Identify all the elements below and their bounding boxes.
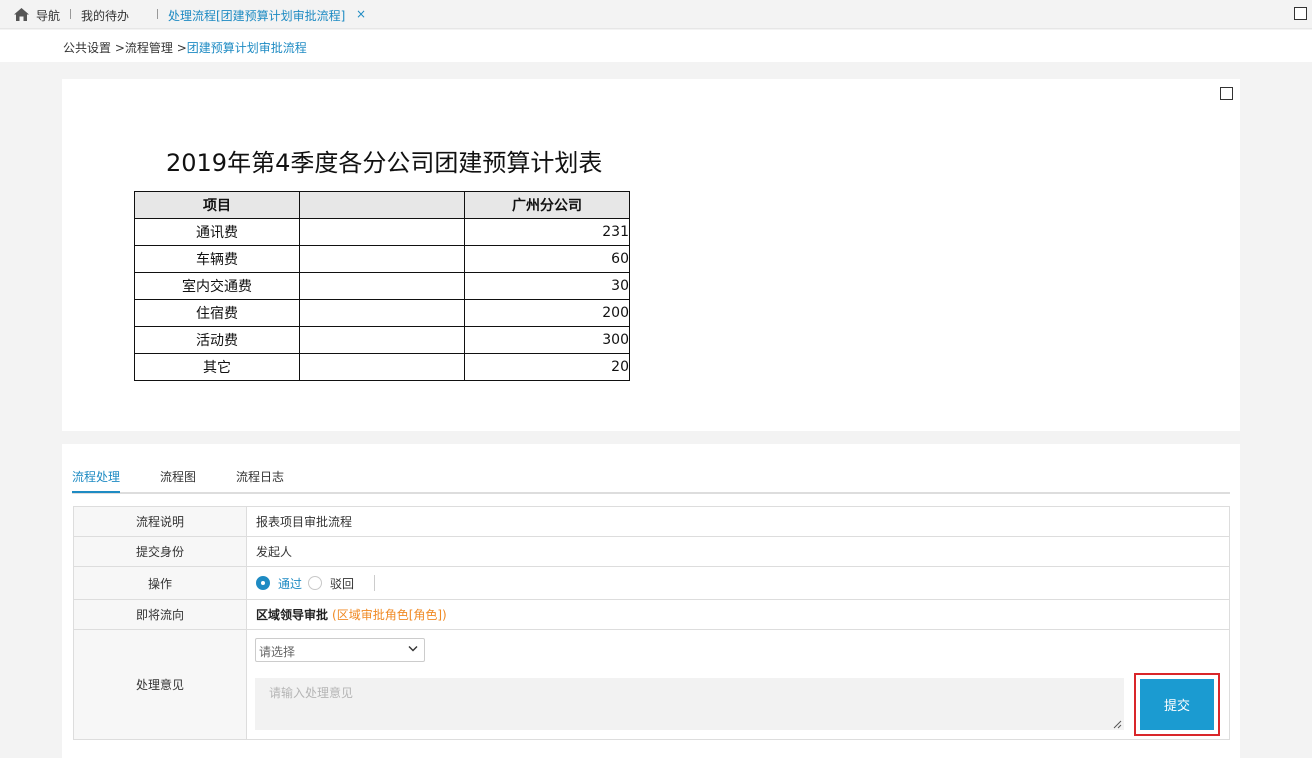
blank-cell (299, 299, 465, 327)
value-cell: 60 (464, 245, 630, 273)
description-label: 流程说明 (74, 507, 247, 536)
process-tabs: 流程处理 流程图 流程日志 (72, 444, 1230, 494)
value-cell: 200 (464, 299, 630, 327)
approve-radio[interactable] (256, 576, 270, 590)
item-cell: 室内交通费 (134, 272, 300, 300)
top-tab-bar: 导航 我的待办 处理流程[团建预算计划审批流程] × (0, 0, 1312, 29)
description-value: 报表项目审批流程 (256, 515, 353, 529)
divider (374, 575, 376, 591)
tab-separator (70, 9, 71, 19)
close-tab-icon[interactable]: × (356, 7, 366, 21)
blank-cell (299, 353, 465, 381)
blank-cell (299, 272, 465, 300)
nav-tab[interactable]: 导航 (36, 7, 60, 24)
breadcrumb-item-public-settings[interactable]: 公共设置 (63, 41, 111, 55)
value-cell: 300 (464, 326, 630, 354)
table-row: 活动费 300 (134, 326, 630, 354)
approve-label[interactable]: 通过 (278, 575, 302, 592)
process-form: 流程说明 报表项目审批流程 提交身份 发起人 操作 通过 驳回 即将流向 区域领… (73, 506, 1230, 740)
reject-label[interactable]: 驳回 (330, 575, 354, 592)
table-row: 住宿费 200 (134, 299, 630, 327)
tab-separator (157, 9, 158, 19)
next-node: 区域领导审批 (256, 608, 329, 622)
identity-label: 提交身份 (74, 537, 247, 566)
action-options: 通过 驳回 (247, 567, 1229, 599)
form-row-description: 流程说明 报表项目审批流程 (74, 507, 1229, 537)
form-row-opinion: 处理意见 请选择 提交 (74, 630, 1229, 739)
opinion-value: 请选择 提交 (247, 630, 1229, 739)
submit-button[interactable]: 提交 (1140, 679, 1214, 730)
item-cell: 活动费 (134, 326, 300, 354)
budget-table: 项目 广州分公司 通讯费 231 车辆费 60 室内交通费 30 住宿费 200… (134, 191, 630, 381)
report-card: 2019年第4季度各分公司团建预算计划表 项目 广州分公司 通讯费 231 车辆… (62, 79, 1240, 431)
form-row-identity: 提交身份 发起人 (74, 537, 1229, 567)
chevron-down-icon (408, 646, 418, 652)
breadcrumb-separator: > (172, 41, 187, 55)
identity-value: 发起人 (256, 545, 293, 559)
reject-radio[interactable] (308, 576, 323, 590)
value-cell: 231 (464, 218, 630, 246)
value-cell: 30 (464, 272, 630, 300)
next-label: 即将流向 (74, 600, 247, 629)
tab-process-handle[interactable]: 流程处理 (72, 468, 120, 485)
item-cell: 通讯费 (134, 218, 300, 246)
value-cell: 20 (464, 353, 630, 381)
item-cell: 其它 (134, 353, 300, 381)
form-row-action: 操作 通过 驳回 (74, 567, 1229, 600)
item-cell: 住宿费 (134, 299, 300, 327)
report-title: 2019年第4季度各分公司团建预算计划表 (166, 149, 603, 177)
next-role: (区域审批角色[角色]) (332, 608, 447, 622)
breadcrumb-item-process-management[interactable]: 流程管理 (125, 41, 173, 55)
maximize-icon[interactable] (1294, 7, 1307, 20)
opinion-select[interactable]: 请选择 (255, 638, 425, 662)
breadcrumb-current: 团建预算计划审批流程 (186, 41, 307, 55)
action-label: 操作 (74, 567, 247, 599)
blank-cell (299, 218, 465, 246)
opinion-label: 处理意见 (74, 630, 247, 739)
blank-cell (299, 326, 465, 354)
table-row: 其它 20 (134, 353, 630, 381)
home-icon[interactable] (14, 8, 29, 21)
column-header-item: 项目 (134, 191, 300, 219)
column-header-blank (299, 191, 465, 219)
blank-cell (299, 245, 465, 273)
resize-handle-icon[interactable] (1113, 720, 1122, 729)
opinion-select-value: 请选择 (259, 645, 296, 659)
table-row: 通讯费 231 (134, 218, 630, 246)
table-row: 室内交通费 30 (134, 272, 630, 300)
item-cell: 车辆费 (134, 245, 300, 273)
column-header-guangzhou: 广州分公司 (464, 191, 630, 219)
opinion-textarea[interactable] (255, 678, 1124, 730)
fullscreen-icon[interactable] (1220, 87, 1233, 100)
table-header-row: 项目 广州分公司 (134, 191, 630, 219)
tab-process-log[interactable]: 流程日志 (236, 468, 284, 485)
active-tab-indicator (72, 491, 120, 493)
next-value: 区域领导审批 (区域审批角色[角色]) (247, 600, 1229, 629)
breadcrumb-separator: > (111, 41, 125, 55)
table-row: 车辆费 60 (134, 245, 630, 273)
tab-process-diagram[interactable]: 流程图 (160, 468, 196, 485)
process-tab[interactable]: 处理流程[团建预算计划审批流程] (168, 7, 345, 24)
breadcrumb: 公共设置 >流程管理 >团建预算计划审批流程 (0, 30, 1312, 62)
process-panel: 流程处理 流程图 流程日志 流程说明 报表项目审批流程 提交身份 发起人 操作 … (62, 444, 1240, 758)
breadcrumb-trail: 公共设置 >流程管理 >团建预算计划审批流程 (63, 39, 307, 56)
form-row-next: 即将流向 区域领导审批 (区域审批角色[角色]) (74, 600, 1229, 630)
submit-highlight: 提交 (1134, 673, 1220, 736)
todo-tab[interactable]: 我的待办 (81, 7, 129, 24)
